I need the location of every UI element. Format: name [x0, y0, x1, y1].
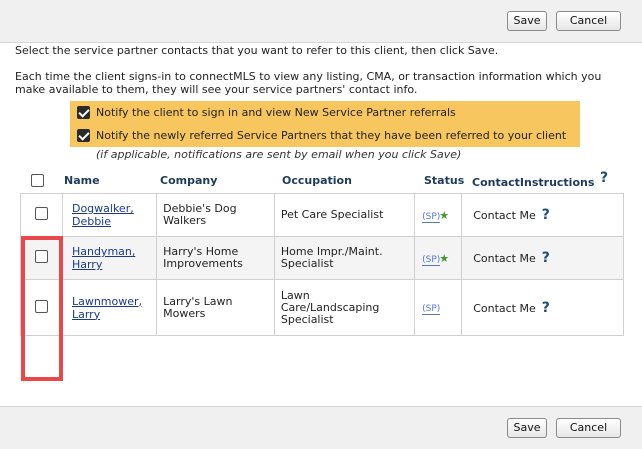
notify-client-label: Notify the client to sign in and view Ne…	[96, 106, 456, 119]
cancel-button-top[interactable]: Cancel	[556, 11, 621, 31]
partner-name-link-line2[interactable]: Larry	[72, 308, 156, 321]
header-company: Company	[160, 174, 218, 187]
partner-name-link[interactable]: Lawnmower,	[72, 295, 156, 308]
help-icon-header[interactable]: ?	[600, 170, 608, 186]
header-status: Status	[424, 174, 465, 187]
service-partner-status[interactable]: (SP)	[422, 304, 441, 315]
header-contact-instructions: ContactInstructions	[472, 176, 595, 189]
occupation-line3: Specialist	[280, 312, 334, 326]
top-toolbar: Save Cancel	[0, 0, 642, 43]
intro-description: Each time the client signs-in to connect…	[15, 70, 602, 96]
bottom-toolbar: Save Cancel	[0, 406, 642, 449]
table-row: Handyman, Harry Harry's Home Improvement…	[20, 236, 624, 280]
partner-name-link-line2[interactable]: Harry	[72, 258, 156, 271]
company-name: Larry's Lawn	[163, 294, 233, 308]
contact-instructions: Contact Me	[473, 209, 536, 222]
service-partner-table: Dogwalker, Debbie Debbie's Dog Walkers P…	[20, 193, 624, 336]
partner-name-link[interactable]: Dogwalker,	[72, 202, 156, 215]
cancel-button-bottom[interactable]: Cancel	[556, 418, 621, 438]
intro-text: Select the service partner contacts that…	[15, 44, 499, 57]
header-occupation: Occupation	[282, 174, 352, 187]
save-button-top[interactable]: Save	[507, 11, 547, 31]
help-icon[interactable]: ?	[542, 207, 550, 223]
star-icon: ★	[439, 251, 450, 265]
service-partner-status[interactable]: (SP)	[422, 254, 441, 266]
help-icon[interactable]: ?	[542, 300, 550, 316]
partner-name-link[interactable]: Handyman,	[72, 245, 156, 258]
notification-hint: (if applicable, notifications are sent b…	[96, 148, 462, 161]
partner-name-link-line2[interactable]: Debbie	[72, 215, 156, 228]
company-name-line2: Walkers	[163, 214, 207, 227]
contact-instructions: Contact Me	[473, 252, 536, 265]
save-button-bottom[interactable]: Save	[507, 418, 547, 438]
occupation: Lawn	[280, 288, 310, 302]
star-icon: ★	[439, 208, 450, 222]
notify-partners-option[interactable]: Notify the newly referred Service Partne…	[70, 124, 580, 147]
occupation-line2: Specialist	[280, 257, 334, 270]
help-icon[interactable]: ?	[542, 250, 550, 266]
highlight-annotation-box	[21, 236, 63, 381]
table-row: Lawnmower, Larry Larry's Lawn Mowers Law…	[20, 279, 624, 336]
service-partner-status[interactable]: (SP)	[422, 211, 441, 223]
contact-instructions: Contact Me	[473, 301, 536, 315]
occupation-line2: Care/Landscaping	[280, 300, 380, 314]
select-all-checkbox[interactable]	[31, 174, 44, 187]
notify-client-checkbox[interactable]	[77, 106, 90, 119]
company-name-line2: Mowers	[163, 306, 206, 320]
notify-partners-checkbox[interactable]	[77, 129, 90, 142]
notify-client-option[interactable]: Notify the client to sign in and view Ne…	[70, 101, 580, 124]
notify-partners-label: Notify the newly referred Service Partne…	[96, 129, 567, 142]
row-select-checkbox[interactable]	[34, 207, 48, 220]
header-name: Name	[64, 174, 100, 187]
company-name-line2: Improvements	[163, 257, 243, 270]
occupation: Pet Care Specialist	[280, 208, 384, 221]
table-row: Dogwalker, Debbie Debbie's Dog Walkers P…	[20, 193, 624, 237]
